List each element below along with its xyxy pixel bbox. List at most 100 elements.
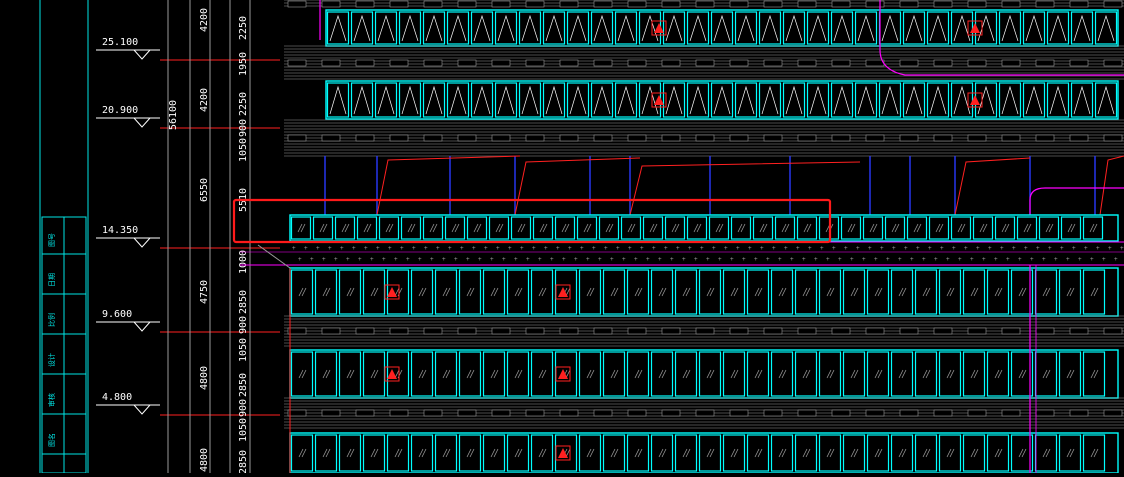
soffit-dot: + bbox=[562, 256, 566, 263]
slab-notch bbox=[695, 409, 715, 417]
slab-notch bbox=[321, 134, 341, 142]
title-block-label: 图名 bbox=[47, 433, 56, 447]
dimension-value: 4800 bbox=[199, 448, 210, 472]
dimension-value: 2250 bbox=[238, 92, 249, 116]
cad-drawing-canvas[interactable]: 图号 日期 比例 设计 审核 图名 25.100 20.900 14.350 9.600 4.80… bbox=[0, 0, 1124, 474]
soffit-dot: + bbox=[748, 245, 752, 252]
dimension-value: 900 bbox=[238, 119, 249, 137]
slab-notch bbox=[423, 59, 443, 67]
soffit-dot: + bbox=[784, 245, 788, 252]
soffit-dot: + bbox=[850, 256, 854, 263]
soffit-dot: + bbox=[766, 256, 770, 263]
slab-notch bbox=[627, 0, 647, 8]
soffit-dot: + bbox=[910, 256, 914, 263]
soffit-dot: + bbox=[400, 245, 404, 252]
soffit-dot: + bbox=[982, 256, 986, 263]
elevation-value: 9.600 bbox=[102, 309, 132, 320]
soffit-dot: + bbox=[370, 256, 374, 263]
dimension-value: 2850 bbox=[238, 290, 249, 314]
slab-notch bbox=[1103, 134, 1123, 142]
slab-notch bbox=[491, 409, 511, 417]
slab-notch bbox=[1069, 0, 1089, 8]
soffit-dot: + bbox=[688, 245, 692, 252]
soffit-dot: + bbox=[364, 245, 368, 252]
elevation-value: 14.350 bbox=[102, 225, 138, 236]
slab-notch bbox=[491, 327, 511, 335]
slab-notch bbox=[457, 59, 477, 67]
slab-notch bbox=[933, 327, 953, 335]
dimension-value: 4200 bbox=[199, 88, 210, 112]
slab-notch bbox=[559, 409, 579, 417]
dimension-value: 1000 bbox=[238, 250, 249, 274]
soffit-dot: + bbox=[634, 256, 638, 263]
soffit-dot: + bbox=[928, 245, 932, 252]
soffit-dot: + bbox=[1102, 256, 1106, 263]
elevation-value: 25.100 bbox=[102, 37, 138, 48]
soffit-dot: + bbox=[610, 256, 614, 263]
slab-notch bbox=[695, 327, 715, 335]
soffit-dot: + bbox=[790, 256, 794, 263]
soffit-dot: + bbox=[742, 256, 746, 263]
soffit-dot: + bbox=[454, 256, 458, 263]
slab-notch bbox=[593, 409, 613, 417]
soffit-dot: + bbox=[1060, 245, 1064, 252]
slab-notch bbox=[355, 409, 375, 417]
soffit-dot: + bbox=[1036, 245, 1040, 252]
slab-notch bbox=[899, 59, 919, 67]
slab-notch bbox=[321, 0, 341, 8]
soffit-dot: + bbox=[862, 256, 866, 263]
soffit-dot: + bbox=[934, 256, 938, 263]
overall-dimension: 56100 bbox=[168, 100, 179, 130]
slab-notch bbox=[593, 59, 613, 67]
soffit-dot: + bbox=[502, 256, 506, 263]
soffit-dot: + bbox=[298, 256, 302, 263]
soffit-dot: + bbox=[1090, 256, 1094, 263]
slab-notch bbox=[287, 327, 307, 335]
slab-notch bbox=[831, 327, 851, 335]
slab-notch bbox=[899, 0, 919, 8]
slab-notch bbox=[1001, 327, 1021, 335]
soffit-dot: + bbox=[1078, 256, 1082, 263]
soffit-dot: + bbox=[976, 245, 980, 252]
slab-notch bbox=[389, 134, 409, 142]
soffit-dot: + bbox=[682, 256, 686, 263]
slab-notch bbox=[865, 0, 885, 8]
soffit-dot: + bbox=[568, 245, 572, 252]
soffit-dot: + bbox=[802, 256, 806, 263]
slab-notch bbox=[797, 134, 817, 142]
dimension-value: 4750 bbox=[199, 280, 210, 304]
dimension-value: 4200 bbox=[199, 8, 210, 32]
slab-notch bbox=[593, 327, 613, 335]
slab-notch bbox=[899, 409, 919, 417]
slab-notch bbox=[763, 134, 783, 142]
slab-notch bbox=[729, 409, 749, 417]
soffit-dot: + bbox=[292, 245, 296, 252]
soffit-dot: + bbox=[724, 245, 728, 252]
soffit-dot: + bbox=[994, 256, 998, 263]
slab-notch bbox=[831, 59, 851, 67]
soffit-dot: + bbox=[1084, 245, 1088, 252]
slab-notch bbox=[1103, 327, 1123, 335]
slab-notch bbox=[321, 409, 341, 417]
slab-notch bbox=[1035, 59, 1055, 67]
soffit-dot: + bbox=[538, 256, 542, 263]
soffit-dot: + bbox=[382, 256, 386, 263]
soffit-dot: + bbox=[1108, 245, 1112, 252]
title-block-label: 图号 bbox=[48, 233, 56, 247]
slab-notch bbox=[457, 134, 477, 142]
soffit-dot: + bbox=[874, 256, 878, 263]
slab-notch bbox=[1103, 0, 1123, 8]
dimension-value: 4800 bbox=[199, 366, 210, 390]
soffit-dot: + bbox=[436, 245, 440, 252]
soffit-dot: + bbox=[1114, 256, 1118, 263]
slab-notch bbox=[967, 327, 987, 335]
soffit-dot: + bbox=[310, 256, 314, 263]
dimension-value: 1950 bbox=[238, 52, 249, 76]
slab-notch bbox=[389, 327, 409, 335]
slab-notch bbox=[661, 327, 681, 335]
elevation-value: 4.800 bbox=[102, 392, 132, 403]
slab-notch bbox=[287, 59, 307, 67]
soffit-dot: + bbox=[652, 245, 656, 252]
soffit-dot: + bbox=[346, 256, 350, 263]
slab-notch bbox=[729, 59, 749, 67]
